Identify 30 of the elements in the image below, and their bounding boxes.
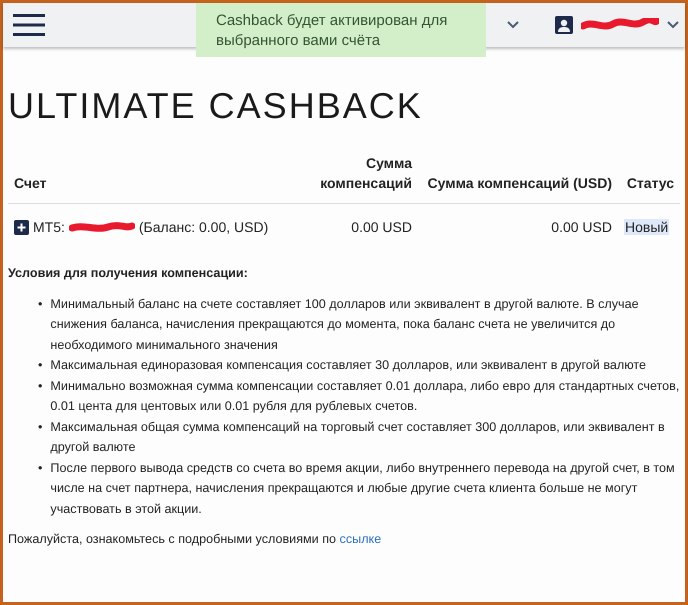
condition-item: Максимальная единоразовая компенсация составляет 30 долларов, или эквивалент в другой валюте	[50, 357, 646, 374]
terms-note: Пожалуйста, ознакомьтесь с подробными условиями по ссылке	[8, 531, 382, 548]
column-header: Счет	[14, 174, 47, 193]
redaction-scribble	[68, 222, 135, 234]
bullet: •	[38, 418, 42, 436]
bullet: •	[38, 357, 42, 374]
condition-item: Максимальная общая сумма компенсаций на торговый счет составляет 300 долларов, или эквивалент в другой валюте	[50, 418, 666, 456]
status-label: Новый	[624, 219, 670, 235]
bullet: •	[38, 460, 42, 476]
chevron-down-icon[interactable]	[667, 21, 679, 29]
account-balance: (Баланс: 0.00, USD)	[138, 218, 268, 237]
user-icon[interactable]	[555, 16, 573, 34]
condition-item: Минимально возможная сумма компенсации составляет 0.01 доллара, либо евро для стандартных счетов, 0.01 цента для центовых или 0.01 рубля для рублевых счетов.	[50, 378, 680, 415]
chevron-down-icon[interactable]	[507, 21, 519, 29]
condition-item: Минимальный баланс на счете составляет 100 долларов или эквивалент в другой валюте. В случае снижения баланса, начисления прекращаются до момента, пока баланс счета не увеличится до необходимого минимального значения	[50, 296, 640, 354]
notification-toast: Cashback будет активирован для выбранного вами счёта	[196, 3, 486, 57]
table-cell-text: 0.00 USD	[550, 218, 612, 237]
terms-link[interactable]: ссылке	[340, 532, 382, 546]
column-header: Сумма компенсаций	[319, 154, 412, 193]
conditions-heading: Условия для получения компенсации:	[8, 265, 249, 282]
table-cell-text: 0.00 USD	[350, 218, 412, 237]
page-title: ULTIMATE CASHBACK	[8, 84, 424, 128]
bullet: •	[38, 296, 42, 312]
condition-item: После первого вывода средств со счета во время акции, либо внутреннего перевода на другой счет, в том числе на счет партнера, начисления прекращаются и любые другие счета клиента больше не могут участвовать в этой акции.	[50, 460, 676, 518]
column-header: Статус	[626, 174, 674, 193]
bullet: •	[38, 378, 42, 394]
account-label: MT5:	[33, 218, 65, 237]
menu-icon[interactable]	[13, 13, 45, 37]
expand-icon[interactable]	[14, 220, 29, 235]
column-header: Сумма компенсаций (USD)	[428, 174, 612, 193]
